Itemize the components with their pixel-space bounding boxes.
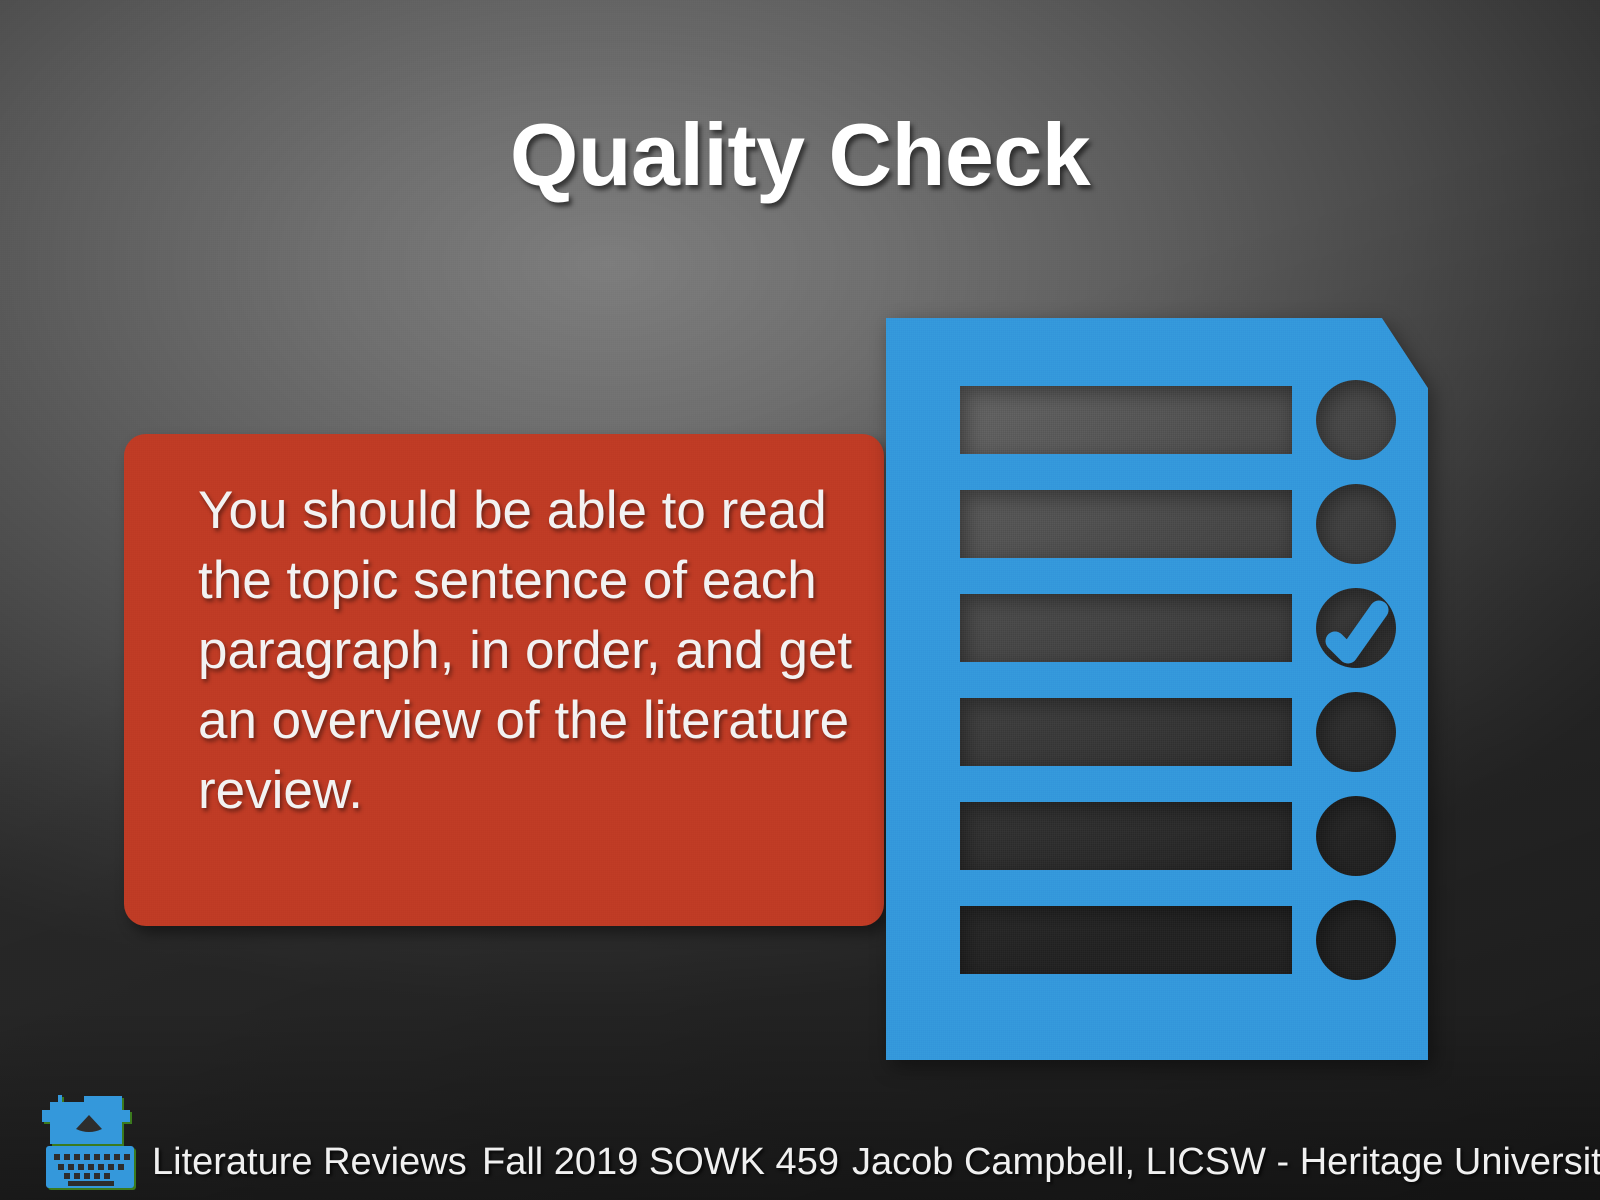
slide-footer: Literature Reviews Fall 2019 SOWK 459 Ja… [0,1050,1600,1200]
callout-text: You should be able to read the topic sen… [198,481,853,820]
footer-author-label: Jacob Campbell, LICSW - Heritage Univers… [852,1141,1600,1183]
callout-box: You should be able to read the topic sen… [124,434,884,926]
footer-term-label: Fall 2019 SOWK 459 [482,1141,839,1183]
slide-canvas: Quality Check You should be able to read… [0,0,1600,1200]
typewriter-icon [34,1080,146,1192]
checklist-graphic [886,318,1428,1060]
footer-course-label: Literature Reviews [152,1141,467,1183]
page-title: Quality Check [509,105,1091,204]
